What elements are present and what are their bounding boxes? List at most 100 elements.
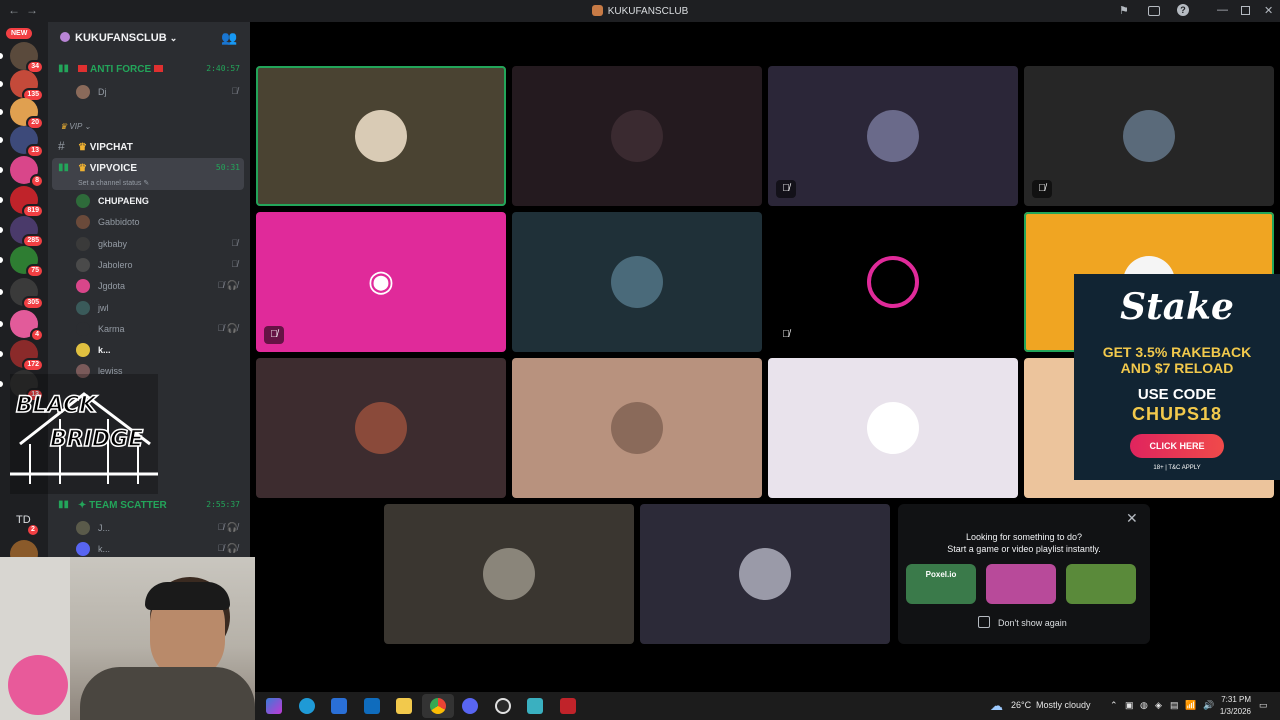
voice-member[interactable]: Karma 🎙̸ 🎧̸: [76, 319, 244, 339]
invite-people-icon[interactable]: 👥: [221, 30, 237, 46]
participant-tile[interactable]: [512, 358, 762, 498]
screen-share-icon[interactable]: [1148, 6, 1160, 16]
voice-member[interactable]: Dj 🎙̸: [76, 82, 244, 102]
weather-temperature[interactable]: 26°C: [1011, 700, 1031, 710]
voice-active-icon: ▮▮: [58, 162, 70, 173]
server-icon[interactable]: 4: [10, 310, 44, 342]
tray-app-icon[interactable]: ▤: [1170, 700, 1179, 711]
chevron-up-icon[interactable]: ⌃: [1110, 700, 1118, 711]
discord-logo-icon: ◉: [367, 265, 395, 298]
no-entry-icon: [154, 65, 164, 72]
participant-tile[interactable]: 🎙̸: [768, 66, 1018, 206]
member-name: k...: [98, 345, 111, 356]
server-icon[interactable]: 172: [10, 340, 44, 372]
server-boost-icon: [60, 32, 70, 42]
member-name: k...: [98, 544, 111, 554]
dont-show-again-label[interactable]: Don't show again: [998, 618, 1067, 628]
app-k-icon[interactable]: [560, 698, 576, 714]
tray-app-icon[interactable]: ▣: [1125, 700, 1134, 711]
participant-tile[interactable]: [256, 358, 506, 498]
participant-tile[interactable]: [512, 66, 762, 206]
clock-time[interactable]: 7:31 PM: [1211, 695, 1251, 704]
participant-avatar: [867, 110, 919, 162]
outlook-icon[interactable]: [364, 698, 380, 714]
participant-tile[interactable]: ◉ 🎙̸: [256, 212, 506, 352]
member-name: Jgdota: [98, 281, 126, 292]
server-icon[interactable]: 819: [10, 186, 44, 218]
participant-tile[interactable]: 🎙̸: [768, 212, 1018, 352]
category-vip[interactable]: ♛ VIP ⌄: [60, 122, 91, 131]
help-icon[interactable]: ?: [1177, 4, 1189, 16]
chrome-icon[interactable]: [430, 698, 446, 714]
channel-status[interactable]: Set a channel status ✎: [78, 179, 149, 187]
participant-tile[interactable]: [256, 66, 506, 206]
avatar: [76, 343, 90, 358]
edge-icon[interactable]: [299, 698, 315, 714]
participant-tile[interactable]: 🎙̸: [1024, 66, 1274, 206]
server-icon[interactable]: 135: [10, 70, 44, 102]
mention-badge: 75: [26, 264, 44, 278]
stake-ad-banner[interactable]: Stake GET 3.5% RAKEBACK AND $7 RELOAD US…: [1074, 274, 1280, 480]
voice-channel-team-scatter[interactable]: ▮▮ ✦ TEAM SCATTER 2:55:37: [56, 495, 244, 517]
voice-member[interactable]: Jgdota 🎙̸ 🎧̸: [76, 276, 244, 296]
tray-app-icon[interactable]: ◈: [1155, 700, 1162, 711]
voice-channel-vipvoice[interactable]: ▮▮ ♛ VIPVOICE 50:31: [56, 158, 244, 180]
avatar: [76, 85, 90, 99]
server-icon[interactable]: 75: [10, 246, 44, 278]
server-icon[interactable]: 8: [10, 156, 44, 188]
voice-member[interactable]: jwl: [76, 298, 244, 318]
voice-member[interactable]: gkbaby 🎙̸: [76, 234, 244, 254]
maximize-icon[interactable]: [1241, 6, 1250, 15]
participant-tile[interactable]: [512, 212, 762, 352]
notepad-icon[interactable]: [527, 698, 543, 714]
activity-game-card[interactable]: [986, 564, 1056, 604]
store-icon[interactable]: [331, 698, 347, 714]
voice-member[interactable]: k... 🎙̸ 🎧̸: [76, 539, 244, 559]
server-icon[interactable]: 20: [10, 98, 44, 130]
server-logo-icon: [591, 5, 603, 16]
participant-tile[interactable]: [768, 358, 1018, 498]
network-icon[interactable]: 📶: [1185, 700, 1196, 711]
voice-member[interactable]: CHUPAENG: [76, 191, 244, 211]
close-icon[interactable]: ✕: [1264, 4, 1273, 17]
voice-member[interactable]: Gabbidoto: [76, 212, 244, 232]
server-icon[interactable]: 13: [10, 126, 44, 158]
text-channel-vipchat[interactable]: # ♛ VIPCHAT: [56, 137, 244, 159]
activity-game-card[interactable]: Poxel.io: [906, 564, 976, 604]
participant-avatar: [611, 402, 663, 454]
voice-channel-anti-force[interactable]: ▮▮ ANTI FORCE 2:40:57: [56, 59, 244, 81]
weather-condition[interactable]: Mostly cloudy: [1036, 700, 1091, 710]
clock-date[interactable]: 1/3/2026: [1205, 707, 1251, 716]
mic-off-icon: 🎙̸: [231, 258, 238, 269]
unread-pill: [0, 321, 3, 327]
ad-click-here-button[interactable]: CLICK HERE: [1130, 434, 1224, 458]
tray-app-icon[interactable]: ◍: [1140, 700, 1148, 711]
server-name[interactable]: KUKUFANSCLUB ⌄: [60, 32, 177, 44]
close-icon[interactable]: ✕: [1126, 510, 1138, 527]
minimize-icon[interactable]: —: [1217, 4, 1228, 16]
dont-show-again-checkbox[interactable]: [978, 616, 990, 628]
copilot-icon[interactable]: [266, 698, 282, 714]
inbox-flag-icon[interactable]: ⚑: [1119, 4, 1129, 17]
ad-line-1: GET 3.5% RAKEBACK: [1102, 344, 1252, 360]
voice-member[interactable]: Jabolero 🎙̸: [76, 255, 244, 275]
obs-icon[interactable]: [495, 698, 511, 714]
activity-game-card[interactable]: [1066, 564, 1136, 604]
voice-member[interactable]: k...: [76, 340, 244, 360]
server-icon[interactable]: 285: [10, 216, 44, 248]
voice-member[interactable]: J... 🎙̸ 🎧̸: [76, 518, 244, 538]
file-explorer-icon[interactable]: [396, 698, 412, 714]
mention-badge: 8: [30, 174, 44, 188]
notification-icon[interactable]: ▭: [1259, 700, 1268, 711]
discord-icon[interactable]: [462, 698, 478, 714]
ad-line-3: USE CODE: [1137, 386, 1217, 403]
participant-tile[interactable]: [384, 504, 634, 644]
member-name: Jabolero: [98, 259, 133, 270]
participant-tile[interactable]: [640, 504, 890, 644]
participant-avatar: [483, 548, 535, 600]
server-icon[interactable]: 34: [10, 42, 44, 74]
title-bar: ← → KUKUFANSCLUB ⚑ ? — ✕: [0, 0, 1280, 22]
unread-pill: [0, 53, 3, 59]
unread-pill: [0, 197, 3, 203]
server-icon[interactable]: 305: [10, 278, 44, 310]
